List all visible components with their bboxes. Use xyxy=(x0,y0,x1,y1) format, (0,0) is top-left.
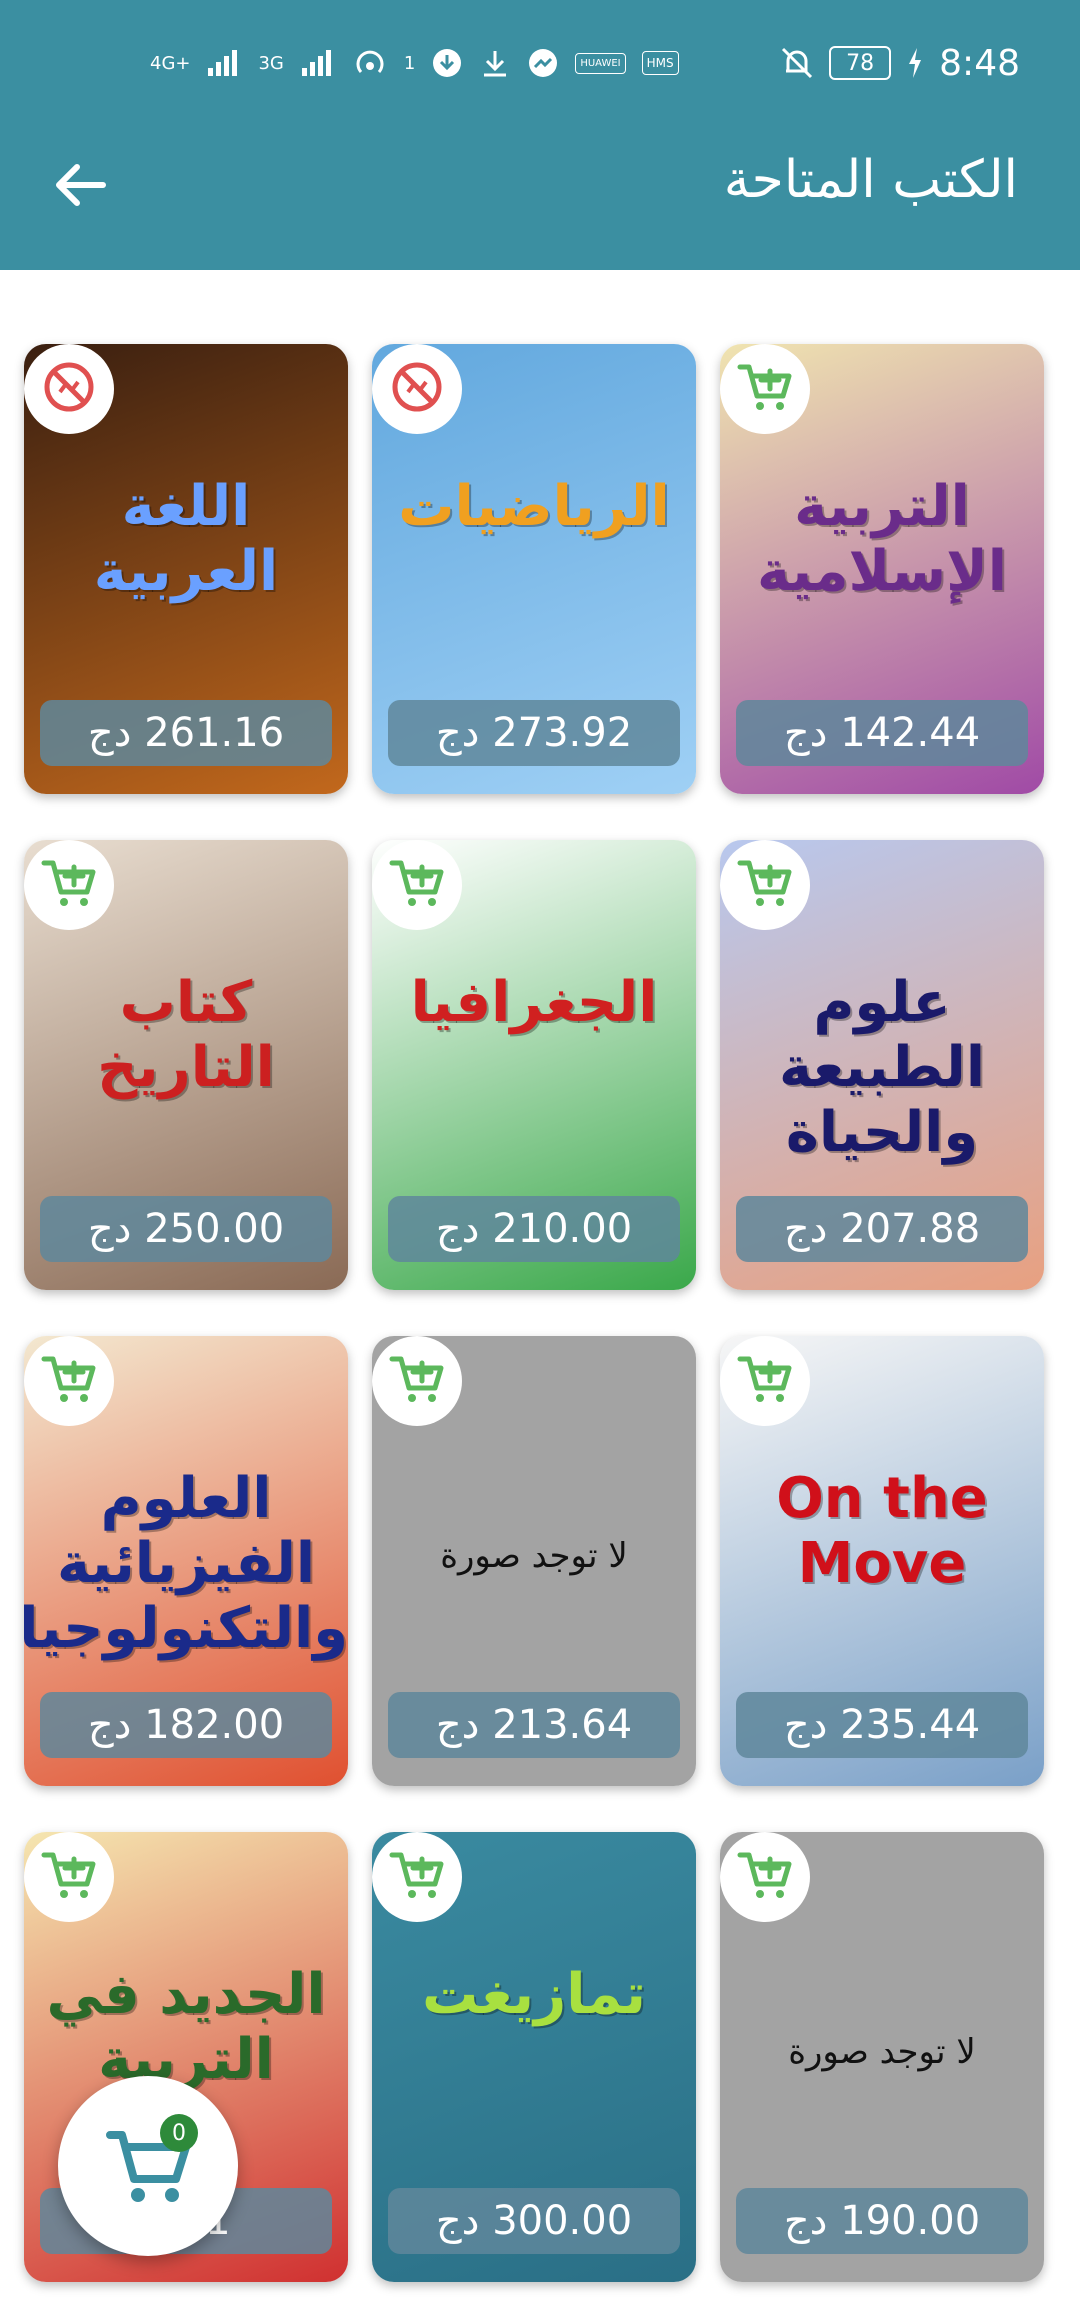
cart-count-badge: 0 xyxy=(160,2114,198,2152)
book-price: 207.88 دج xyxy=(736,1196,1028,1262)
book-price: 235.44 دج xyxy=(736,1692,1028,1758)
book-price: 190.00 دج xyxy=(736,2188,1028,2254)
book-card[interactable]: العلوم الفيزيائية والتكنولوجيا 182.00 دج xyxy=(24,1336,348,1786)
huawei-tag: HUAWEI xyxy=(575,52,626,74)
hotspot-count: 1 xyxy=(403,52,416,74)
book-card[interactable]: كتاب التاريخ 250.00 دج xyxy=(24,840,348,1290)
add-to-cart-button[interactable] xyxy=(24,1832,114,1922)
book-cover-title: التربية الإسلامية xyxy=(757,474,1007,604)
unavailable-badge xyxy=(372,344,462,434)
book-card[interactable]: لا توجد صورة 190.00 دج xyxy=(720,1832,1044,2282)
add-to-cart-icon xyxy=(737,1354,793,1408)
clock: 8:48 xyxy=(939,42,1020,84)
back-button[interactable] xyxy=(40,150,120,220)
status-bar: 4G+ 3G 1 HUAWEI HMS 78 8:48 xyxy=(0,0,1080,120)
no-image-label: لا توجد صورة xyxy=(788,2032,976,2072)
add-to-cart-icon xyxy=(389,858,445,912)
charging-icon xyxy=(909,48,922,78)
book-cover-title: الجديد في التربية xyxy=(46,1962,326,2092)
messenger-icon xyxy=(529,49,558,77)
mute-icon xyxy=(782,47,813,79)
add-to-cart-button[interactable] xyxy=(372,1336,462,1426)
status-icons: 4G+ 3G 1 HUAWEI HMS xyxy=(150,38,679,88)
book-price: 213.64 دج xyxy=(388,1692,680,1758)
book-cover-title: كتاب التاريخ xyxy=(97,970,275,1100)
status-right: 78 8:48 xyxy=(779,38,1020,88)
add-to-cart-icon xyxy=(41,1850,97,1904)
no-image-label: لا توجد صورة xyxy=(440,1536,628,1576)
book-price: 261.16 دج xyxy=(40,700,332,766)
add-to-cart-button[interactable] xyxy=(372,840,462,930)
book-cover-title: الجغرافيا xyxy=(410,970,658,1035)
page-title: الكتب المتاحة xyxy=(723,150,1018,210)
add-to-cart-icon xyxy=(737,858,793,912)
add-to-cart-button[interactable] xyxy=(720,344,810,434)
add-to-cart-button[interactable] xyxy=(720,840,810,930)
book-card[interactable]: التربية الإسلامية 142.44 دج xyxy=(720,344,1044,794)
add-to-cart-icon xyxy=(41,1354,97,1408)
add-to-cart-button[interactable] xyxy=(720,1832,810,1922)
add-to-cart-icon xyxy=(737,1850,793,1904)
add-to-cart-button[interactable] xyxy=(24,840,114,930)
signal-icon xyxy=(208,50,238,76)
book-price: 182.00 دج xyxy=(40,1692,332,1758)
book-price: 300.00 دج xyxy=(388,2188,680,2254)
book-card[interactable]: الجغرافيا 210.00 دج xyxy=(372,840,696,1290)
network-4g-label: 4G+ xyxy=(150,52,191,74)
hotspot-icon xyxy=(356,50,384,73)
download-icon xyxy=(484,51,507,77)
book-cover-title: الرياضيات xyxy=(398,474,670,539)
network-3g-label: 3G xyxy=(258,52,284,74)
add-to-cart-button[interactable] xyxy=(720,1336,810,1426)
book-price: 142.44 دج xyxy=(736,700,1028,766)
book-price: 210.00 دج xyxy=(388,1196,680,1262)
book-card[interactable]: On the Move 235.44 دج xyxy=(720,1336,1044,1786)
download-circle-icon xyxy=(433,49,462,77)
book-cover-title: علوم الطبيعة والحياة xyxy=(778,970,986,1165)
book-card[interactable]: الرياضيات 273.92 دج xyxy=(372,344,696,794)
unavailable-badge xyxy=(24,344,114,434)
book-cover-title: العلوم الفيزيائية والتكنولوجيا xyxy=(24,1466,348,1661)
unavailable-icon xyxy=(390,360,444,418)
book-card[interactable]: لا توجد صورة 213.64 دج xyxy=(372,1336,696,1786)
add-to-cart-icon xyxy=(389,1850,445,1904)
add-to-cart-icon xyxy=(737,362,793,416)
book-price: 250.00 دج xyxy=(40,1196,332,1262)
add-to-cart-icon xyxy=(41,858,97,912)
unavailable-icon xyxy=(42,360,96,418)
app-bar: 4G+ 3G 1 HUAWEI HMS 78 8:48 الكتب المتاح… xyxy=(0,0,1080,270)
book-cover-title: تمازيغت xyxy=(422,1962,646,2027)
hms-tag: HMS xyxy=(641,51,679,75)
book-card[interactable]: اللغة العربية 261.16 دج xyxy=(24,344,348,794)
book-card[interactable]: علوم الطبيعة والحياة 207.88 دج xyxy=(720,840,1044,1290)
book-price: 273.92 دج xyxy=(388,700,680,766)
book-cover-title: اللغة العربية xyxy=(93,474,279,604)
cart-button[interactable]: 0 xyxy=(58,2076,238,2256)
signal-icon-2 xyxy=(301,50,331,76)
arrow-left-icon xyxy=(56,164,106,206)
add-to-cart-button[interactable] xyxy=(372,1832,462,1922)
books-grid: اللغة العربية 261.16 دج الرياضيات 273.92 دج… xyxy=(0,270,1080,2310)
add-to-cart-icon xyxy=(389,1354,445,1408)
book-cover-title: On the Move xyxy=(776,1466,988,1596)
add-to-cart-button[interactable] xyxy=(24,1336,114,1426)
book-card[interactable]: تمازيغت 300.00 دج xyxy=(372,1832,696,2282)
battery-indicator: 78 xyxy=(829,46,892,80)
